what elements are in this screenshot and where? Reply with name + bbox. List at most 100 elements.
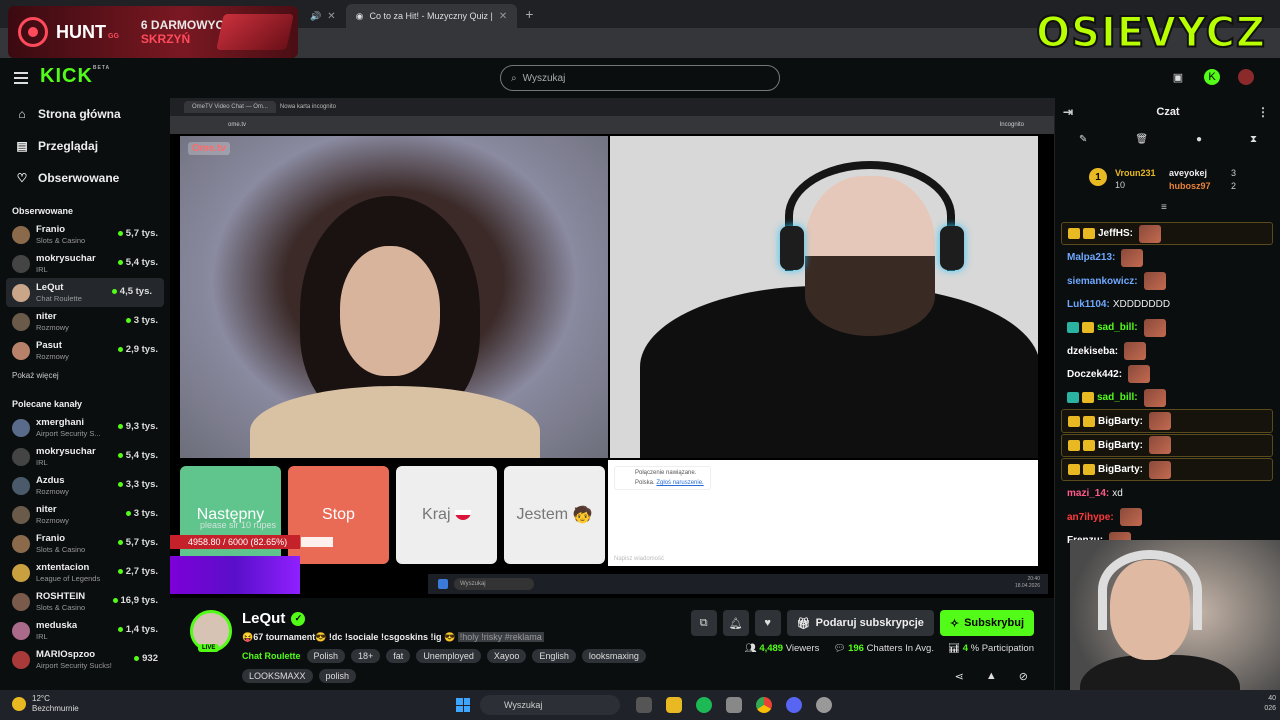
leader-third[interactable]: hubosz97 <box>1169 181 1211 191</box>
channel-item[interactable]: niter Rozmowy 3 tys. <box>0 307 170 336</box>
gender-button[interactable]: Jestem 🧒 <box>504 466 605 564</box>
next-button[interactable]: Następny <box>180 466 281 564</box>
taskbar-search[interactable]: Wyszukaj <box>480 695 620 715</box>
channel-name: MARIOspzoo <box>36 648 96 660</box>
report-link[interactable]: Zgłoś naruszenie. <box>656 480 703 486</box>
channel-item[interactable]: Franio Slots & Casino 5,7 tys. <box>0 529 170 558</box>
close-icon[interactable]: ✕ <box>327 11 335 22</box>
collapse-chat-icon[interactable]: ⇥ <box>1063 105 1073 119</box>
menu-icon[interactable] <box>14 72 28 84</box>
channel-item[interactable]: LeQut Chat Roulette 4,5 tys. <box>6 278 164 307</box>
country-button[interactable]: Kraj <box>396 466 497 564</box>
gift-subs-button[interactable]: 🎁︎ Podaruj subskrypcje <box>786 610 934 636</box>
search-input[interactable]: ⌕ Wyszukaj <box>500 65 780 91</box>
browser-tab-active[interactable]: ◉ Co to za Hit! - Muzyczny Quiz | ✕ <box>345 4 518 28</box>
stream-player[interactable]: OmeTV Video Chat — Om... Nowa karta inco… <box>170 98 1054 598</box>
chrome-icon[interactable] <box>756 697 772 713</box>
channel-item[interactable]: Pasut Rozmowy 2,9 tys. <box>0 336 170 365</box>
hourglass-icon[interactable]: ⧗ <box>1250 134 1257 152</box>
clip-icon[interactable]: ⧉ <box>690 610 717 636</box>
tag-chip[interactable]: English <box>532 649 576 663</box>
share-icon[interactable]: ⋖ <box>955 670 964 683</box>
category-link[interactable]: Chat Roulette <box>242 651 301 661</box>
start-icon[interactable] <box>456 698 470 712</box>
tag-chip[interactable]: polish <box>318 669 357 683</box>
subscribe-button[interactable]: ✧ Subskrybuj <box>939 610 1034 636</box>
leader-first[interactable]: Vroun231 <box>1115 168 1156 178</box>
chat-username[interactable]: Doczek442: <box>1067 369 1122 380</box>
channel-name: niter <box>36 503 57 515</box>
tag-chip[interactable]: Unemployed <box>416 649 481 663</box>
channel-item[interactable]: Azdus Rozmowy 3,3 tys. <box>0 471 170 500</box>
file-explorer-icon[interactable] <box>666 697 682 713</box>
new-tab-icon[interactable]: + <box>517 6 541 22</box>
avatar <box>12 283 30 302</box>
viewer-count: 3,3 tys. <box>125 479 158 490</box>
streamer-name[interactable]: LeQut ✓ <box>242 610 306 627</box>
more-options-icon[interactable]: ⋮ <box>1257 105 1269 119</box>
nav-item[interactable]: ▤ Przeglądaj <box>0 130 170 162</box>
expand-icon[interactable]: ≡ <box>1161 202 1167 213</box>
spotify-icon[interactable] <box>696 697 712 713</box>
channel-item[interactable]: ROSHTEIN Slots & Casino 16,9 tys. <box>0 587 170 616</box>
chat-bubble-icon[interactable]: ● <box>1196 134 1202 152</box>
tag-chip[interactable]: fat <box>386 649 411 663</box>
channel-category: Chat Roulette <box>36 293 82 303</box>
weather-widget[interactable]: 12°C Bezchmurnie <box>12 694 79 714</box>
channel-item[interactable]: xntentacion League of Legends 2,7 tys. <box>0 558 170 587</box>
bell-icon[interactable]: 🔔︎ <box>722 610 749 636</box>
tag-chip[interactable]: 18+ <box>351 649 381 663</box>
chat-username[interactable]: dzekiseba: <box>1067 346 1118 357</box>
incognito-label: Incognito <box>999 122 1024 128</box>
channel-item[interactable]: xmerghani Airport Security S... 9,3 tys. <box>0 413 170 442</box>
chat-username[interactable]: sad_bill: <box>1097 322 1138 333</box>
viewer-count: 5,4 tys. <box>125 450 158 461</box>
avatar[interactable] <box>1238 69 1254 85</box>
tag-chip[interactable]: Polish <box>306 649 346 663</box>
tag-chip[interactable]: LOOKSMAXX <box>242 669 313 683</box>
channel-item[interactable]: niter Rozmowy 3 tys. <box>0 500 170 529</box>
chat-username[interactable]: siemankowicz: <box>1067 276 1138 287</box>
channel-item[interactable]: mokrysuchar IRL 5,4 tys. <box>0 249 170 278</box>
chat-username[interactable]: sad_bill: <box>1097 392 1138 403</box>
chat-username[interactable]: BigBarty: <box>1098 464 1143 475</box>
heart-icon[interactable]: ♥ <box>754 610 781 636</box>
chat-username[interactable]: BigBarty: <box>1098 416 1143 427</box>
channel-item[interactable]: Franio Slots & Casino 5,7 tys. <box>0 220 170 249</box>
leader-second[interactable]: aveyokej <box>1169 168 1207 178</box>
browser-tab[interactable]: 🔊 ✕ <box>300 4 346 28</box>
channel-item[interactable]: mokrysuchar IRL 5,4 tys. <box>0 442 170 471</box>
tag-chip[interactable]: looksmaxing <box>581 649 646 663</box>
store-icon[interactable] <box>726 697 742 713</box>
stop-button[interactable]: Stop <box>288 466 389 564</box>
channel-item[interactable]: meduska IRL 1,4 tys. <box>0 616 170 645</box>
message-input[interactable]: Napisz wiadomość <box>614 556 664 562</box>
channel-name: ROSHTEIN <box>36 590 86 602</box>
mute-icon[interactable]: ⊘ <box>1019 670 1028 683</box>
close-icon[interactable]: ✕ <box>499 11 507 22</box>
app-icon[interactable] <box>816 697 832 713</box>
kick-coin-icon[interactable]: K <box>1204 69 1220 85</box>
channel-item[interactable]: MARIOspzoo Airport Security Sucks! 932 <box>0 645 170 674</box>
gift-leaderboard: 1 Vroun231 10 aveyokej 3 hubosz97 2 <box>1089 162 1279 196</box>
chat-username[interactable]: mazi_14: <box>1067 488 1109 499</box>
chat-username[interactable]: an7ihype: <box>1067 512 1114 523</box>
chat-username[interactable]: Luk1104: <box>1067 299 1110 310</box>
discord-icon[interactable] <box>786 697 802 713</box>
tag-chip[interactable]: Xayoo <box>486 649 527 663</box>
nav-item[interactable]: ⌂ Strona główna <box>0 98 170 130</box>
country-label: Kraj <box>422 506 451 523</box>
report-icon[interactable]: ▲ <box>986 670 997 683</box>
channel-name: Franio <box>36 532 66 544</box>
show-more-link[interactable]: Pokaż więcej <box>0 365 170 387</box>
avatar <box>12 254 30 273</box>
chat-username[interactable]: BigBarty: <box>1098 440 1143 451</box>
pin-icon[interactable]: ✎ <box>1079 134 1087 152</box>
chat-username[interactable]: JeffHS: <box>1098 228 1133 239</box>
nav-item[interactable]: ♡ Obserwowane <box>0 162 170 194</box>
chat-username[interactable]: Malpa213: <box>1067 252 1115 263</box>
trash-icon[interactable]: 🗑︎ <box>1135 134 1148 152</box>
kick-logo[interactable]: KICKBETA <box>40 65 110 88</box>
task-view-icon[interactable] <box>636 697 652 713</box>
inbox-icon[interactable]: ▣ <box>1170 69 1186 85</box>
